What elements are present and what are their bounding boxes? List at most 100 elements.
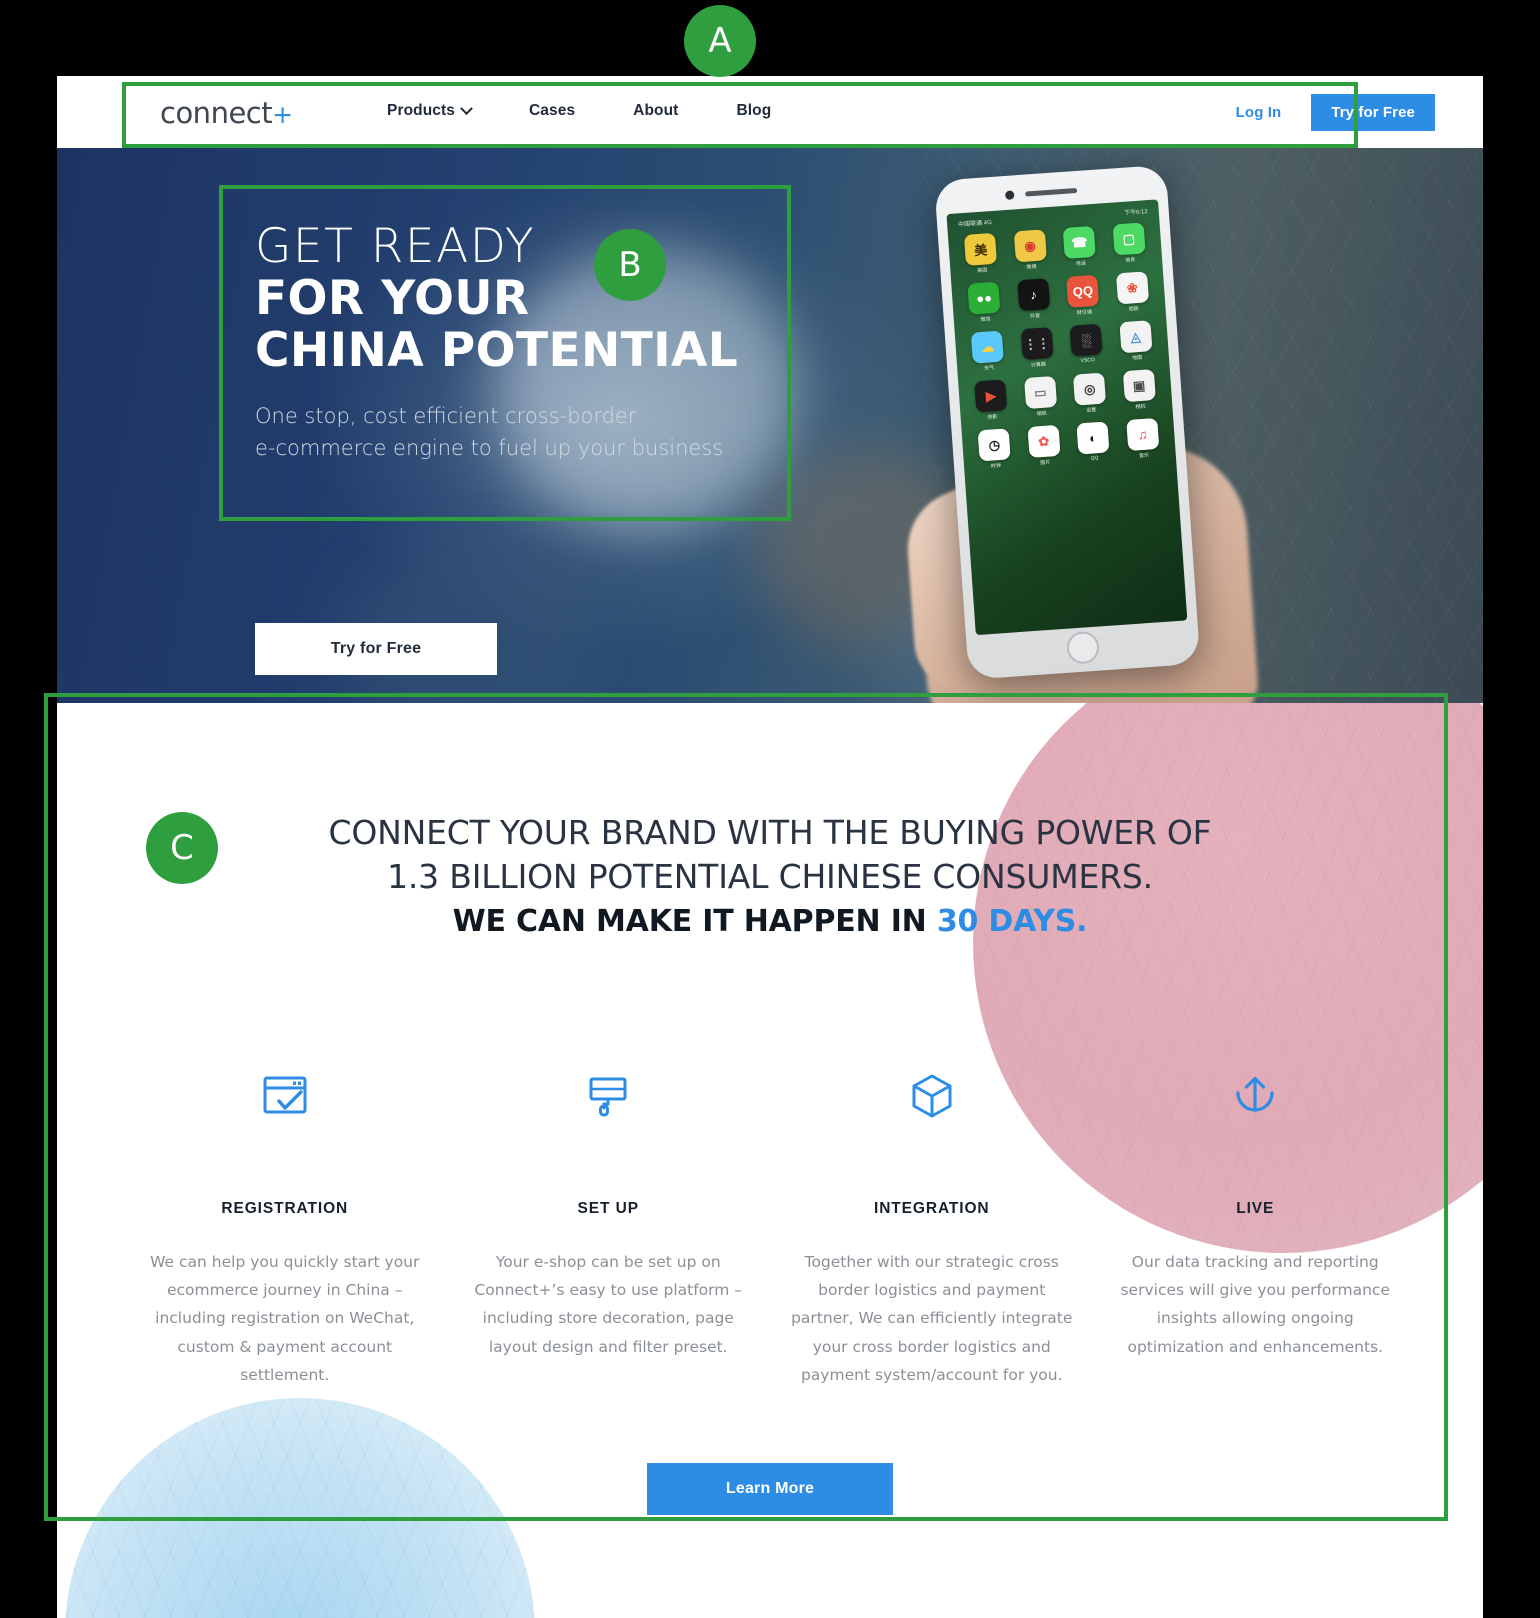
browser-window-check-icon — [143, 1058, 427, 1122]
status-carrier: 中国联通 4G — [958, 219, 993, 229]
phone-app-icon: ⋮⋮ 计算器 — [1014, 327, 1060, 370]
app-glyph: ●● — [967, 281, 1001, 315]
phone-app-icon: ●● 微信 — [961, 281, 1007, 324]
app-label: 微博 — [1026, 263, 1037, 271]
app-label: 相机 — [1135, 403, 1146, 411]
section-headline-line2: 1.3 BILLION POTENTIAL CHINESE CONSUMERS. — [387, 856, 1153, 896]
app-label: 快影 — [987, 414, 998, 421]
feature-body: We can help you quickly start your ecomm… — [150, 1253, 420, 1384]
brand-logo-plus: + — [272, 100, 293, 129]
value-proposition-section: CONNECT YOUR BRAND WITH THE BUYING POWER… — [57, 703, 1483, 1618]
feature-title: INTEGRATION — [873, 1200, 990, 1217]
app-label: 相机 — [1036, 410, 1048, 418]
phone-app-icon: ▢ 信息 — [1106, 222, 1152, 265]
app-glyph: ░ — [1069, 323, 1103, 357]
app-label: 抖音 — [1029, 312, 1041, 320]
app-glyph: ✿ — [1027, 424, 1061, 458]
phone-app-icon: ◷ 时钟 — [972, 428, 1018, 471]
app-glyph: ▶ — [974, 379, 1008, 413]
home-button-icon — [1065, 630, 1101, 665]
nav-item-about[interactable]: About — [633, 102, 678, 120]
feature-body: Your e-shop can be set up on Connect+’s … — [474, 1253, 743, 1356]
upload-arrow-icon — [1114, 1058, 1398, 1122]
app-glyph: ◉ — [1013, 229, 1047, 263]
phone-app-icon: ▣ 相机 — [1116, 369, 1162, 412]
section-headline-line3-plain: WE CAN MAKE IT HAPPEN IN — [452, 904, 937, 940]
hero-headline: GET READY FOR YOUR CHINA POTENTIAL — [255, 222, 775, 375]
phone-app-icon: ☎ 电话 — [1057, 225, 1103, 268]
section-headline-highlight: 30 DAYS. — [936, 904, 1088, 940]
app-glyph: ▭ — [1023, 375, 1057, 410]
smartphone-device: 中国联通 4G 下午6:12 美美团 ◉ 微博 ☎ 电话 ▢ 信息 ●● 微信 ♪ 抖音 QQ 财付通 ❀… — [934, 164, 1201, 680]
app-glyph: ♪ — [1016, 278, 1051, 312]
nav-item-blog-label: Blog — [736, 102, 772, 119]
hero-phone-image: 中国联通 4G 下午6:12 美美团 ◉ 微博 ☎ 电话 ▢ 信息 ●● 微信 ♪ 抖音 QQ 财付通 ❀… — [873, 148, 1261, 703]
app-label: 音乐 — [1138, 452, 1150, 460]
blue-sphere-decoration — [65, 1398, 535, 1618]
app-label: 电话 — [1075, 260, 1087, 268]
nav-item-products-label: Products — [387, 102, 455, 119]
app-label: 微信 — [980, 316, 991, 323]
app-glyph: ◬ — [1119, 320, 1153, 354]
learn-more-button[interactable]: Learn More — [647, 1463, 893, 1515]
hero-subheadline: One stop, cost efficient cross-border e-… — [255, 401, 775, 463]
login-link[interactable]: Log In — [1236, 104, 1282, 121]
brand-logo[interactable]: connect+ — [160, 96, 293, 130]
feature-title: LIVE — [1236, 1200, 1275, 1217]
nav-item-products[interactable]: Products — [387, 101, 473, 120]
status-time: 下午6:12 — [1123, 209, 1148, 217]
hero-headline-line3: CHINA POTENTIAL — [255, 322, 739, 378]
app-glyph: ♫ — [1125, 417, 1160, 452]
hero-subheadline-line1: One stop, cost efficient cross-border — [255, 404, 637, 429]
feature-title: REGISTRATION — [221, 1200, 349, 1217]
phone-app-icon: ▭ 相机 — [1018, 375, 1064, 419]
feature-body: Together with our strategic cross border… — [791, 1253, 1073, 1384]
nav-item-cases[interactable]: Cases — [529, 102, 575, 120]
section-headline-line3: WE CAN MAKE IT HAPPEN IN 30 DAYS. — [57, 904, 1483, 939]
app-label: 时钟 — [990, 462, 1002, 470]
app-glyph: ◷ — [977, 428, 1011, 462]
front-camera-icon — [1004, 190, 1015, 200]
phone-app-icon: QQ 财付通 — [1060, 274, 1106, 317]
app-label: 天气 — [983, 365, 995, 372]
phone-app-icon: ░ VSCO — [1064, 323, 1110, 366]
phone-app-icon: ✿ 图片 — [1021, 424, 1067, 467]
section-headline: CONNECT YOUR BRAND WITH THE BUYING POWER… — [57, 811, 1483, 939]
app-glyph: 美 — [964, 232, 998, 266]
hero-headline-block: GET READY FOR YOUR CHINA POTENTIAL One s… — [255, 222, 775, 464]
hero-headline-line2: FOR YOUR — [255, 270, 530, 326]
navigation-bar: connect+ Products Cases About Blog Log I… — [57, 76, 1483, 148]
app-label: 相册 — [1128, 305, 1139, 313]
app-glyph: ❀ — [1115, 271, 1149, 305]
phone-app-icon: ☁ 天气 — [965, 330, 1011, 373]
nav-item-blog[interactable]: Blog — [736, 102, 771, 120]
nav-item-cases-label: Cases — [528, 102, 576, 119]
phone-app-icon: ♪ 抖音 — [1011, 278, 1057, 321]
phone-app-icon: ❀ 相册 — [1109, 271, 1155, 314]
feature-live: LIVE Our data tracking and reporting ser… — [1094, 1058, 1418, 1389]
phone-app-icon: ◬ 地图 — [1113, 320, 1159, 363]
feature-columns: REGISTRATION We can help you quickly sta… — [123, 1058, 1417, 1389]
app-label: VSCO — [1080, 357, 1096, 365]
annotation-badge-b: B — [594, 229, 666, 301]
app-glyph: ▢ — [1112, 222, 1146, 256]
app-glyph: ⋮⋮ — [1020, 327, 1054, 361]
phone-screen: 中国联通 4G 下午6:12 美美团 ◉ 微博 ☎ 电话 ▢ 信息 ●● 微信 ♪ 抖音 QQ 财付通 ❀… — [946, 199, 1188, 636]
app-glyph: ☁ — [971, 330, 1005, 364]
app-glyph: ☎ — [1062, 225, 1097, 259]
feature-registration: REGISTRATION We can help you quickly sta… — [123, 1058, 447, 1389]
app-glyph: QQ — [1066, 274, 1100, 308]
app-label: 计算器 — [1030, 361, 1047, 369]
try-for-free-button-hero[interactable]: Try for Free — [255, 623, 497, 675]
section-headline-line1: CONNECT YOUR BRAND WITH THE BUYING POWER… — [328, 813, 1212, 852]
app-label: 美团 — [977, 267, 988, 275]
app-glyph: ▣ — [1122, 369, 1156, 403]
annotation-badge-a: A — [684, 5, 756, 77]
try-for-free-button-nav[interactable]: Try for Free — [1311, 94, 1435, 131]
cube-box-icon — [790, 1058, 1074, 1122]
annotation-badge-c: C — [146, 812, 218, 884]
hero-section: 中国联通 4G 下午6:12 美美团 ◉ 微博 ☎ 电话 ▢ 信息 ●● 微信 ♪ 抖音 QQ 财付通 ❀… — [57, 148, 1483, 703]
earpiece-speaker — [1025, 187, 1078, 197]
app-glyph: ◐ — [1076, 421, 1110, 455]
nav-links: Products Cases About Blog — [387, 101, 771, 120]
